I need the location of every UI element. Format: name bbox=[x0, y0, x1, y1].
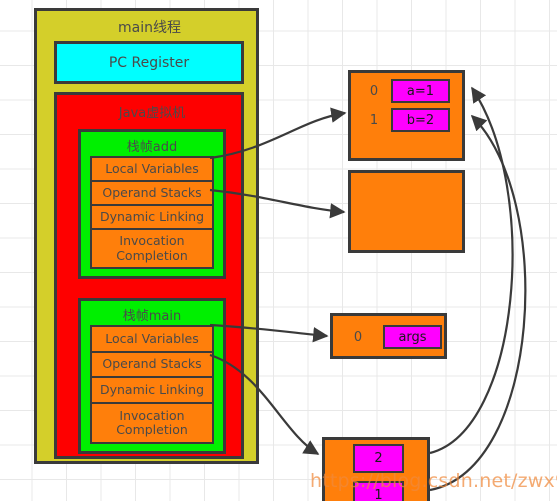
local-variables-add-box: 0 a=1 1 b=2 bbox=[348, 70, 465, 161]
frame-add-local-variables: Local Variables bbox=[90, 156, 214, 183]
frame-main-operand-stacks: Operand Stacks bbox=[90, 350, 214, 379]
watermark: https://blog.csdn.net/zwx900102 bbox=[310, 470, 557, 492]
frame-main-dynamic-linking: Dynamic Linking bbox=[90, 376, 214, 404]
diagram-canvas: main线程 PC Register Java虚拟机 栈帧add Local V… bbox=[0, 0, 557, 501]
local-var-value: b=2 bbox=[391, 108, 450, 132]
local-var-value: a=1 bbox=[391, 79, 450, 103]
local-variables-main-box: 0 args bbox=[330, 313, 447, 359]
operand-slot-row: 2 bbox=[353, 444, 404, 473]
frame-main-invocation-completion: Invocation Completion bbox=[90, 401, 214, 444]
local-var-index: 0 bbox=[353, 329, 363, 345]
local-var-value: args bbox=[383, 325, 442, 349]
pc-register-box: PC Register bbox=[54, 41, 244, 84]
local-var-slot-row: 1 b=2 bbox=[363, 108, 450, 132]
jvm-stack-box: Java虚拟机 栈帧add Local Variables Operand St… bbox=[54, 92, 244, 459]
frame-add-operand-stacks: Operand Stacks bbox=[90, 180, 214, 207]
main-thread-title: main线程 bbox=[118, 20, 181, 36]
operand-value: 2 bbox=[353, 444, 404, 473]
frame-main-local-variables: Local Variables bbox=[90, 325, 214, 353]
local-var-slot-row: 0 args bbox=[347, 325, 442, 349]
local-var-slot-row: 0 a=1 bbox=[363, 79, 450, 103]
frame-add-invocation-completion: Invocation Completion bbox=[90, 228, 214, 269]
local-var-index: 0 bbox=[369, 83, 379, 99]
stack-frame-main-rows: Local Variables Operand Stacks Dynamic L… bbox=[90, 325, 214, 444]
frame-add-dynamic-linking: Dynamic Linking bbox=[90, 204, 214, 231]
stack-frame-main-title: 栈帧main bbox=[122, 309, 182, 324]
stack-frame-add: 栈帧add Local Variables Operand Stacks Dyn… bbox=[78, 129, 226, 279]
stack-frame-add-rows: Local Variables Operand Stacks Dynamic L… bbox=[90, 156, 214, 269]
stack-frame-main: 栈帧main Local Variables Operand Stacks Dy… bbox=[78, 298, 226, 454]
local-var-index: 1 bbox=[369, 112, 379, 128]
stack-frame-add-title: 栈帧add bbox=[126, 140, 178, 155]
operand-stack-add-box bbox=[348, 170, 465, 253]
jvm-stack-title: Java虚拟机 bbox=[118, 106, 186, 121]
main-thread-box: main线程 PC Register Java虚拟机 栈帧add Local V… bbox=[34, 8, 259, 464]
